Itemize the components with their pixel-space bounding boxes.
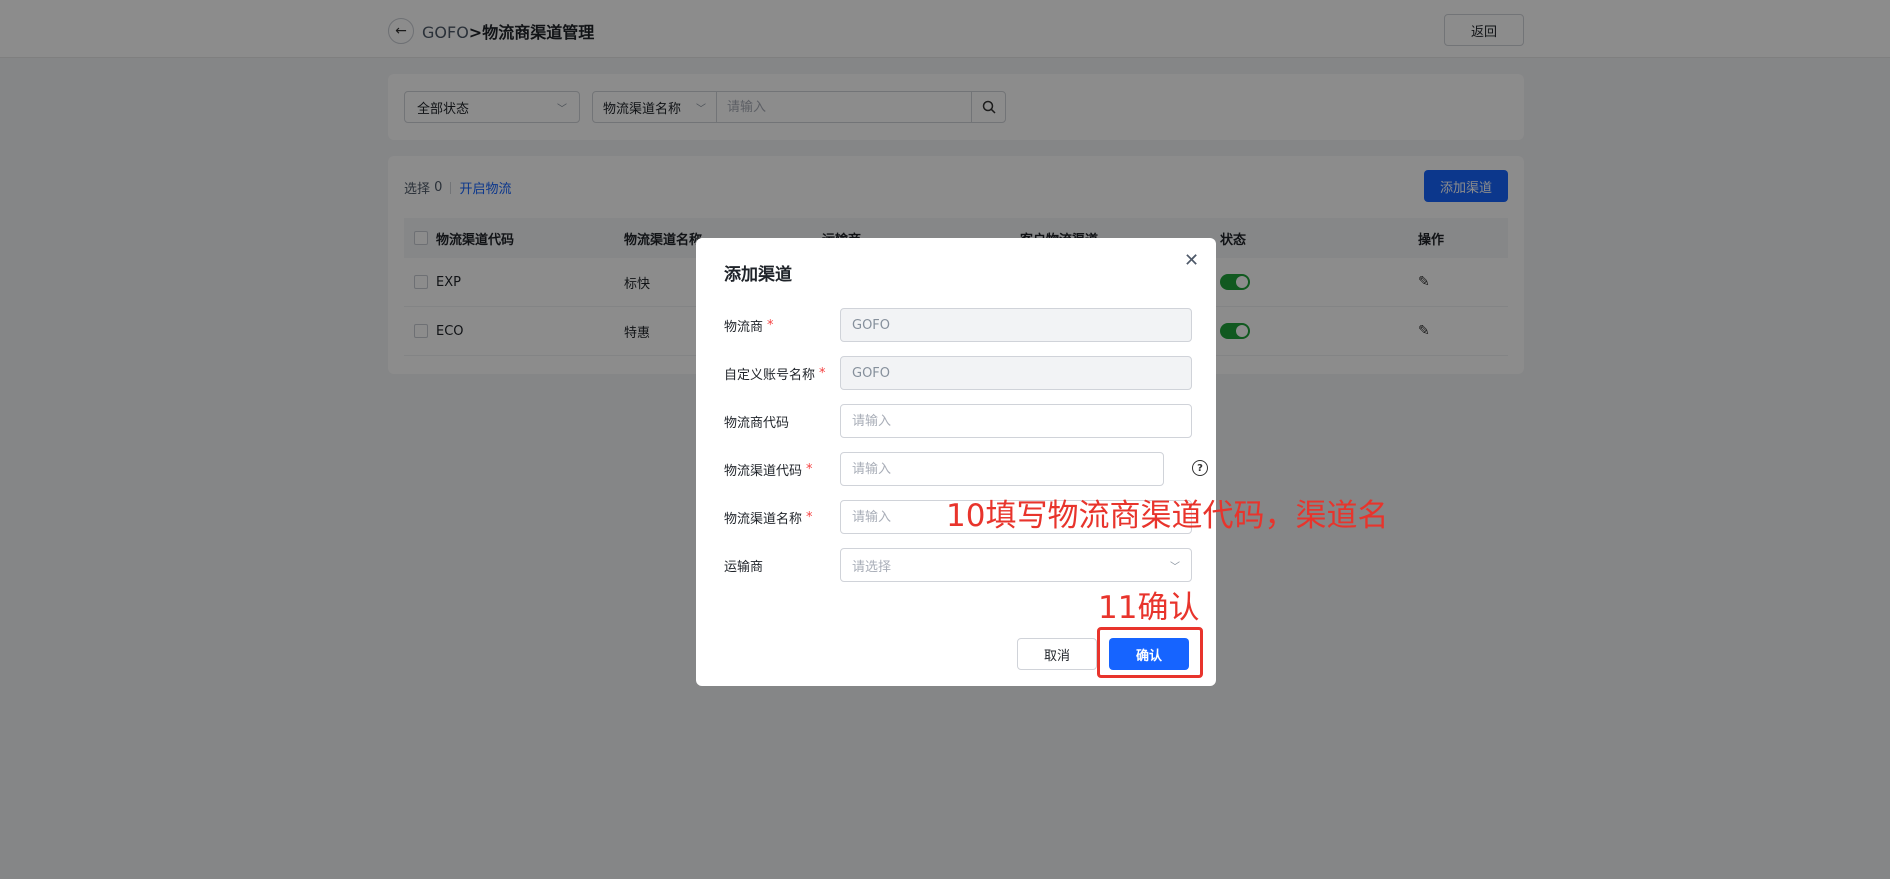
required-mark: * bbox=[806, 461, 813, 477]
channel-code-label: 物流渠道代码 bbox=[724, 463, 803, 479]
form-label: 物流商代码 bbox=[724, 404, 789, 438]
form-row-account-name: 自定义账号名称 * bbox=[724, 356, 1194, 390]
channel-name-label: 物流渠道名称 bbox=[724, 511, 803, 527]
carrier-code-field[interactable] bbox=[840, 404, 1192, 438]
form-label: 自定义账号名称 * bbox=[724, 356, 826, 390]
carrier-label: 物流商 bbox=[724, 319, 764, 335]
transporter-select[interactable]: 请选择 ﹀ bbox=[840, 548, 1192, 582]
transporter-placeholder: 请选择 bbox=[852, 559, 892, 575]
annotation-step11: 11确认 bbox=[1098, 590, 1200, 626]
carrier-field bbox=[840, 308, 1192, 342]
channel-code-field[interactable] bbox=[840, 452, 1164, 486]
chevron-down-icon: ﹀ bbox=[1170, 561, 1180, 573]
cancel-button[interactable]: 取消 bbox=[1017, 638, 1097, 670]
close-icon[interactable]: ✕ bbox=[1184, 250, 1199, 271]
form-row-transporter: 运输商 请选择 ﹀ bbox=[724, 548, 1194, 582]
transporter-label: 运输商 bbox=[724, 559, 764, 575]
required-mark: * bbox=[767, 317, 774, 333]
required-mark: * bbox=[806, 509, 813, 525]
form-row-carrier-code: 物流商代码 bbox=[724, 404, 1194, 438]
account-name-field bbox=[840, 356, 1192, 390]
form-label: 物流渠道名称 * bbox=[724, 500, 813, 534]
required-mark: * bbox=[819, 365, 826, 381]
account-name-label: 自定义账号名称 bbox=[724, 367, 816, 383]
help-icon[interactable]: ? bbox=[1192, 460, 1208, 476]
carrier-code-label: 物流商代码 bbox=[724, 415, 790, 431]
modal-title: 添加渠道 bbox=[724, 265, 792, 285]
form-label: 运输商 bbox=[724, 548, 763, 582]
annotation-highlight-box bbox=[1097, 627, 1203, 678]
form-row-carrier: 物流商 * bbox=[724, 308, 1194, 342]
annotation-step10: 10填写物流商渠道代码，渠道名 bbox=[946, 498, 1389, 534]
form-label: 物流商 * bbox=[724, 308, 774, 342]
form-row-channel-code: 物流渠道代码* ? bbox=[724, 452, 1208, 486]
form-label: 物流渠道代码 * bbox=[724, 452, 813, 486]
